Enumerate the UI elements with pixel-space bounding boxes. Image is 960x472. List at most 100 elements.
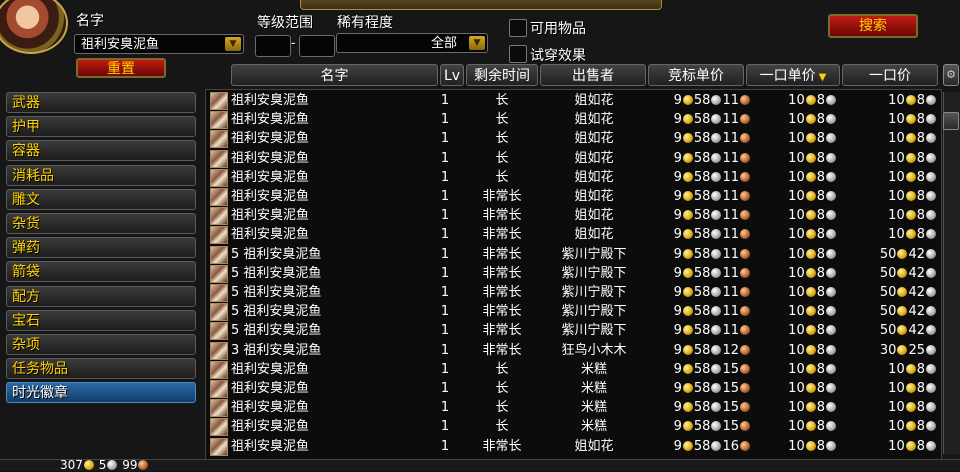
bid-copper-amount: 12 [722, 342, 739, 358]
category-item[interactable]: 消耗品 [6, 164, 196, 186]
table-row[interactable]: 祖利安臭泥鱼 1 长 姐如花 9 58 11 10 8 10 8 [206, 149, 941, 168]
min-level-input[interactable] [255, 35, 291, 57]
table-row[interactable]: 祖利安臭泥鱼 1 长 米糕 9 58 15 10 8 10 8 [206, 379, 941, 398]
gold-coin-icon [682, 248, 693, 259]
chevron-down-icon[interactable]: ▼ [469, 36, 485, 50]
item-icon[interactable] [210, 380, 228, 398]
search-button[interactable]: 搜索 [828, 14, 918, 38]
item-icon[interactable] [210, 207, 228, 226]
time-left: 非常长 [482, 208, 522, 224]
item-name-text: 祖利安臭泥鱼 [231, 150, 310, 166]
bid-price: 9 58 15 [651, 417, 751, 436]
item-icon[interactable] [210, 92, 228, 110]
table-row[interactable]: 祖利安臭泥鱼 1 长 姐如花 9 58 11 10 8 10 8 [206, 168, 941, 187]
gold-coin-icon [805, 363, 816, 374]
table-row[interactable]: 祖利安臭泥鱼 1 长 姐如花 9 58 11 10 8 10 8 [206, 129, 941, 149]
bid-copper-amount: 11 [722, 246, 739, 262]
table-row[interactable]: 祖利安臭泥鱼 1 长 米糕 9 58 15 10 8 10 8 [206, 398, 941, 418]
category-item[interactable]: 弹药 [6, 237, 196, 259]
bid-gold-amount: 9 [673, 285, 682, 300]
category-item[interactable]: 雕文 [6, 188, 196, 210]
category-item[interactable]: 杂货 [6, 212, 196, 234]
table-row[interactable]: 祖利安臭泥鱼 1 长 米糕 9 58 15 10 8 10 8 [206, 417, 941, 437]
buyout-unit-gold-amount: 10 [788, 419, 805, 435]
column-header-time[interactable]: 剩余时间 [466, 64, 538, 86]
column-header-level[interactable]: Lv [440, 64, 464, 86]
column-header-bid[interactable]: 竞标单价 [648, 64, 744, 86]
category-item[interactable]: 宝石 [6, 309, 196, 331]
item-icon[interactable] [210, 130, 228, 149]
chevron-down-icon[interactable]: ▼ [225, 37, 241, 51]
item-icon[interactable] [210, 360, 228, 379]
table-row[interactable]: 祖利安臭泥鱼 1 长 米糕 9 58 15 10 8 10 8 [206, 360, 941, 379]
item-icon[interactable] [210, 399, 228, 418]
table-row[interactable]: 5 祖利安臭泥鱼 1 非常长 紫川宁殿下 9 58 11 10 8 50 42 [206, 264, 941, 283]
gold-coin-icon [682, 95, 693, 105]
table-row[interactable]: 5 祖利安臭泥鱼 1 非常长 紫川宁殿下 9 58 11 10 8 50 42 [206, 245, 941, 264]
table-row[interactable]: 祖利安臭泥鱼 1 非常长 姐如花 9 58 11 10 8 10 8 [206, 206, 941, 226]
item-icon[interactable] [210, 188, 228, 206]
buyout-price: 10 8 [843, 149, 937, 168]
item-icon[interactable] [210, 437, 228, 456]
table-row[interactable]: 祖利安臭泥鱼 1 非常长 姐如花 9 58 11 10 8 10 8 [206, 187, 941, 206]
column-header-name[interactable]: 名字 [231, 64, 438, 86]
column-header-seller[interactable]: 出售者 [540, 64, 646, 86]
category-item[interactable]: 杂项 [6, 333, 196, 355]
table-row[interactable]: 祖利安臭泥鱼 1 长 姐如花 9 58 11 10 8 10 8 [206, 91, 941, 110]
gear-icon[interactable]: ⚙ [943, 64, 959, 86]
table-row[interactable]: 5 祖利安臭泥鱼 1 非常长 紫川宁殿下 9 58 11 10 8 50 42 [206, 302, 941, 322]
category-item[interactable]: 护甲 [6, 116, 196, 138]
name-search-input[interactable]: 祖利安臭泥鱼 ▼ [74, 34, 244, 54]
max-level-input[interactable] [299, 35, 335, 57]
item-icon[interactable] [210, 303, 228, 322]
item-level: 1 [440, 227, 450, 243]
category-item[interactable]: 箭袋 [6, 261, 196, 283]
table-row[interactable]: 祖利安臭泥鱼 1 非常长 姐如花 9 58 16 10 8 10 8 [206, 437, 941, 456]
item-icon[interactable] [210, 341, 228, 360]
item-icon[interactable] [210, 264, 228, 283]
table-row[interactable]: 3 祖利安臭泥鱼 1 非常长 狂鸟小木木 9 58 12 10 8 30 25 [206, 341, 941, 360]
preview-checkbox[interactable] [509, 45, 527, 63]
buyout-silver-amount: 42 [908, 285, 925, 300]
item-icon[interactable] [210, 322, 228, 341]
item-icon[interactable] [210, 149, 228, 168]
column-header-buyout[interactable]: 一口价 [842, 64, 938, 86]
item-level: 1 [440, 246, 450, 262]
usable-items-checkbox[interactable] [509, 19, 527, 37]
scrollbar[interactable] [943, 92, 960, 454]
category-item[interactable]: 武器 [6, 92, 196, 113]
category-item[interactable]: 任务物品 [6, 358, 196, 380]
bid-price: 9 58 15 [651, 360, 751, 379]
category-item[interactable]: 配方 [6, 285, 196, 307]
time-left: 非常长 [482, 285, 522, 300]
table-row[interactable]: 祖利安臭泥鱼 1 长 姐如花 9 58 11 10 8 10 8 [206, 110, 941, 130]
item-icon[interactable] [210, 168, 228, 187]
item-icon[interactable] [210, 284, 228, 302]
buyout-unit-gold-amount: 10 [788, 150, 805, 166]
buyout-unit-price: 10 8 [747, 283, 837, 302]
column-header-buyout-unit[interactable]: 一口单价 ▼ [746, 64, 840, 86]
bid-price: 9 58 11 [651, 168, 751, 187]
bid-silver-amount: 58 [693, 169, 711, 185]
category-item[interactable]: 时光徽章 [6, 382, 196, 404]
item-icon[interactable] [210, 111, 228, 130]
category-list: 武器护甲 容器 消耗品 雕文 杂货弹药 箭袋 配方 宝石 杂项任务物品 时光徽章 [6, 92, 196, 406]
category-item[interactable]: 容器 [6, 140, 196, 162]
table-row[interactable]: 5 祖利安臭泥鱼 1 非常长 紫川宁殿下 9 58 11 10 8 50 42 [206, 283, 941, 302]
item-icon[interactable] [210, 418, 228, 437]
rarity-dropdown[interactable]: 全部 ▼ [336, 33, 488, 53]
reset-button[interactable]: 重置 [76, 58, 166, 78]
table-row[interactable]: 5 祖利安臭泥鱼 1 非常长 紫川宁殿下 9 58 11 10 8 50 42 [206, 321, 941, 341]
item-level: 1 [440, 189, 450, 204]
item-name-text: 祖利安臭泥鱼 [243, 285, 322, 300]
item-quantity: 3 [231, 342, 240, 358]
buyout-price: 10 8 [843, 360, 937, 379]
scroll-up-button[interactable] [943, 112, 959, 130]
character-portrait [0, 0, 68, 54]
silver-coin-icon [711, 421, 722, 432]
item-icon[interactable] [210, 245, 228, 264]
table-row[interactable]: 祖利安臭泥鱼 1 非常长 姐如花 9 58 11 10 8 10 8 [206, 225, 941, 245]
buyout-unit-gold-amount: 10 [788, 208, 805, 224]
item-icon[interactable] [210, 226, 228, 245]
silver-coin-icon [826, 267, 836, 278]
